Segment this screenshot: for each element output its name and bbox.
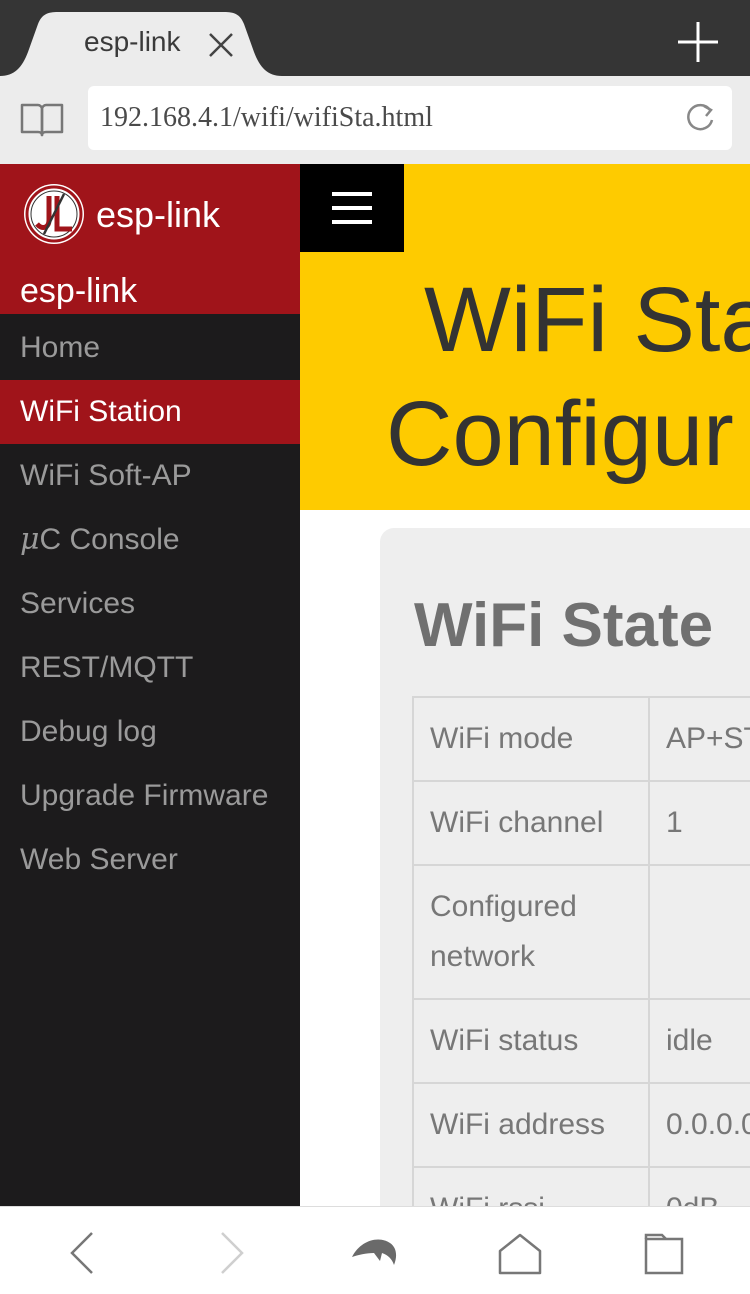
dolphin-icon[interactable] bbox=[350, 1229, 398, 1277]
table-row: Configured network bbox=[412, 864, 750, 1000]
main-content: WiFi State WiFi mode AP+ST WiFi channel … bbox=[300, 510, 750, 1206]
sidebar-item-label: WiFi Soft-AP bbox=[20, 459, 192, 492]
row-value bbox=[648, 864, 750, 1000]
brand-name: esp-link bbox=[96, 194, 221, 235]
tabs-icon[interactable] bbox=[642, 1229, 690, 1277]
sidebar-item-services[interactable]: Services bbox=[0, 572, 300, 636]
brand-header: esp-link esp-link bbox=[0, 164, 300, 314]
browser-tab[interactable]: esp-link bbox=[0, 12, 282, 76]
brand-subtitle: esp-link bbox=[20, 272, 138, 310]
mu-symbol: μ bbox=[20, 522, 40, 557]
browser-toolbar bbox=[0, 1206, 750, 1294]
row-key: Configured network bbox=[412, 864, 650, 1000]
page-title-line-2: Configur bbox=[386, 383, 734, 485]
page-title-line-1: WiFi Sta bbox=[424, 269, 750, 371]
forward-icon[interactable] bbox=[206, 1229, 254, 1277]
sidebar-item-web-server[interactable]: Web Server bbox=[0, 828, 300, 892]
sidebar-item-label: Web Server bbox=[20, 843, 178, 876]
row-value: 0.0.0.0 bbox=[648, 1082, 750, 1168]
sidebar-item-label: Upgrade Firmware bbox=[20, 779, 269, 812]
sidebar-item-label: WiFi Station bbox=[20, 395, 182, 428]
sidebar-item-label: Debug log bbox=[20, 715, 157, 748]
sidebar-item-label: REST/MQTT bbox=[20, 651, 194, 684]
table-row: WiFi address 0.0.0.0 bbox=[412, 1082, 750, 1168]
home-icon[interactable] bbox=[496, 1229, 544, 1277]
back-icon[interactable] bbox=[60, 1229, 108, 1277]
new-tab-icon[interactable] bbox=[676, 20, 720, 64]
sidebar-item-label: Home bbox=[20, 331, 101, 364]
browser-tab-strip: esp-link bbox=[0, 0, 750, 76]
tab-title: esp-link bbox=[84, 26, 181, 57]
hamburger-icon bbox=[332, 206, 372, 210]
esp-link-logo bbox=[24, 184, 84, 244]
reload-icon[interactable] bbox=[682, 100, 718, 136]
menu-toggle-button[interactable] bbox=[300, 164, 404, 252]
sidebar-item-uc-console[interactable]: μC Console bbox=[0, 508, 300, 572]
row-key: WiFi address bbox=[412, 1082, 650, 1168]
url-field[interactable]: 192.168.4.1/wifi/wifiSta.html bbox=[88, 86, 732, 150]
reader-mode-icon[interactable] bbox=[18, 102, 66, 138]
wifi-state-table: WiFi mode AP+ST WiFi channel 1 Configure… bbox=[412, 696, 750, 1206]
row-key: WiFi status bbox=[412, 998, 650, 1084]
close-icon[interactable] bbox=[206, 30, 236, 60]
sidebar-item-home[interactable]: Home bbox=[0, 316, 300, 380]
row-value: 0dB bbox=[648, 1166, 750, 1206]
sidebar-item-label: C Console bbox=[39, 523, 180, 556]
address-bar: 192.168.4.1/wifi/wifiSta.html bbox=[0, 76, 750, 164]
row-key: WiFi mode bbox=[412, 696, 650, 782]
table-row: WiFi status idle bbox=[412, 998, 750, 1084]
wifi-state-card: WiFi State WiFi mode AP+ST WiFi channel … bbox=[380, 528, 750, 1206]
row-key: WiFi rssi bbox=[412, 1166, 650, 1206]
sidebar-item-wifi-station[interactable]: WiFi Station bbox=[0, 380, 300, 444]
row-value: 1 bbox=[648, 780, 750, 866]
table-row: WiFi channel 1 bbox=[412, 780, 750, 866]
sidebar-item-label: Services bbox=[20, 587, 136, 620]
sidebar: esp-link esp-link Home WiFi Station WiFi… bbox=[0, 164, 300, 1206]
table-row: WiFi rssi 0dB bbox=[412, 1166, 750, 1206]
row-value: AP+ST bbox=[648, 696, 750, 782]
hamburger-icon bbox=[332, 192, 372, 196]
sidebar-item-rest-mqtt[interactable]: REST/MQTT bbox=[0, 636, 300, 700]
wifi-state-title: WiFi State bbox=[414, 591, 714, 660]
sidebar-item-upgrade-firmware[interactable]: Upgrade Firmware bbox=[0, 764, 300, 828]
sidebar-item-debug-log[interactable]: Debug log bbox=[0, 700, 300, 764]
sidebar-nav: Home WiFi Station WiFi Soft-AP μC Consol… bbox=[0, 316, 300, 892]
row-key: WiFi channel bbox=[412, 780, 650, 866]
url-text[interactable]: 192.168.4.1/wifi/wifiSta.html bbox=[100, 102, 433, 134]
sidebar-item-wifi-soft-ap[interactable]: WiFi Soft-AP bbox=[0, 444, 300, 508]
row-value: idle bbox=[648, 998, 750, 1084]
table-row: WiFi mode AP+ST bbox=[412, 696, 750, 782]
hamburger-icon bbox=[332, 220, 372, 224]
